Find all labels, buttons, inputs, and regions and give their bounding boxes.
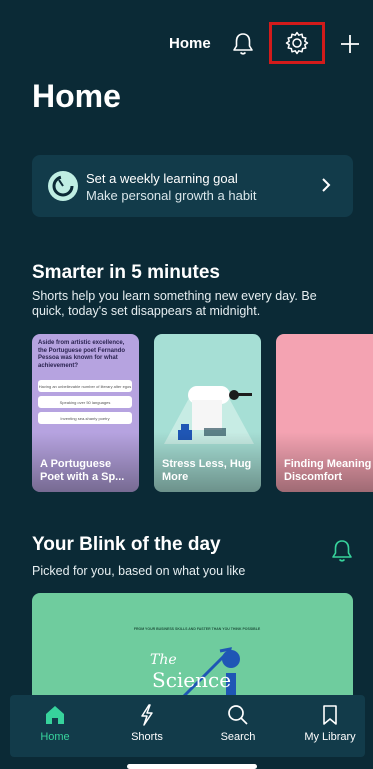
short-card-label: Finding Meaning in Discomfort — [284, 458, 373, 483]
gear-icon — [285, 31, 309, 55]
book-title-line1: The — [150, 652, 177, 668]
blink-section-title: Your Blink of the day — [32, 534, 221, 555]
page-title: Home — [32, 78, 121, 114]
smarter-section-subtitle: Shorts help you learn something new ever… — [32, 289, 317, 318]
nav-shorts-label: Shorts — [131, 731, 163, 743]
short-card-portuguese-poet[interactable]: Aside from artistic excellence, the Port… — [32, 334, 139, 492]
top-bar: Home — [0, 22, 373, 64]
topbar-title: Home — [169, 35, 211, 52]
plus-icon[interactable] — [335, 29, 365, 59]
nav-home-label: Home — [40, 731, 70, 743]
nav-search[interactable]: Search — [198, 695, 278, 757]
home-indicator[interactable] — [127, 764, 257, 769]
chevron-right-icon — [322, 178, 331, 192]
bottom-navigation: Home Shorts Search My Library — [10, 695, 365, 757]
bell-icon[interactable] — [228, 29, 258, 59]
shorts-carousel[interactable]: Aside from artistic excellence, the Port… — [0, 334, 373, 492]
search-icon — [228, 705, 248, 725]
lightning-icon — [141, 704, 153, 726]
quiz-option: Having an unbelievable number of literar… — [38, 380, 132, 392]
scroll-illustration — [164, 386, 254, 444]
goal-progress-icon — [48, 171, 78, 201]
quiz-option: Speaking over 50 languages — [38, 396, 132, 408]
nav-my-library-label: My Library — [304, 731, 356, 743]
bell-icon[interactable] — [327, 536, 357, 566]
short-card-stress-less[interactable]: Stress Less, Hug More — [154, 334, 261, 492]
bookmark-icon — [323, 705, 337, 725]
settings-button[interactable] — [269, 22, 325, 64]
nav-home[interactable]: Home — [15, 695, 95, 757]
weekly-goal-card[interactable]: Set a weekly learning goal Make personal… — [32, 155, 353, 217]
goal-subtitle: Make personal growth a habit — [86, 188, 257, 203]
goal-title: Set a weekly learning goal — [86, 171, 238, 186]
quiz-option: Inventing sea-shanty poetry — [38, 412, 132, 424]
bell-icon-graphic — [233, 33, 253, 55]
quiz-question: Aside from artistic excellence, the Port… — [38, 340, 126, 369]
nav-my-library[interactable]: My Library — [290, 695, 370, 757]
smarter-section-title: Smarter in 5 minutes — [32, 262, 220, 283]
home-icon — [46, 706, 64, 724]
short-card-label: Stress Less, Hug More — [162, 458, 252, 483]
short-card-label: A Portuguese Poet with a Sp... — [40, 458, 125, 483]
goal-progress-graphic — [52, 175, 74, 197]
short-card-finding-meaning[interactable]: Finding Meaning in Discomfort — [276, 334, 373, 492]
book-title-line2: Science — [152, 668, 232, 692]
app-screen: Home Home Set a weekly learning goal Mak… — [0, 0, 373, 769]
blink-section-subtitle: Picked for you, based on what you like — [32, 564, 246, 578]
plus-icon-graphic — [341, 35, 359, 53]
nav-search-label: Search — [220, 731, 256, 743]
bell-icon-graphic — [332, 540, 352, 562]
nav-shorts[interactable]: Shorts — [107, 695, 187, 757]
